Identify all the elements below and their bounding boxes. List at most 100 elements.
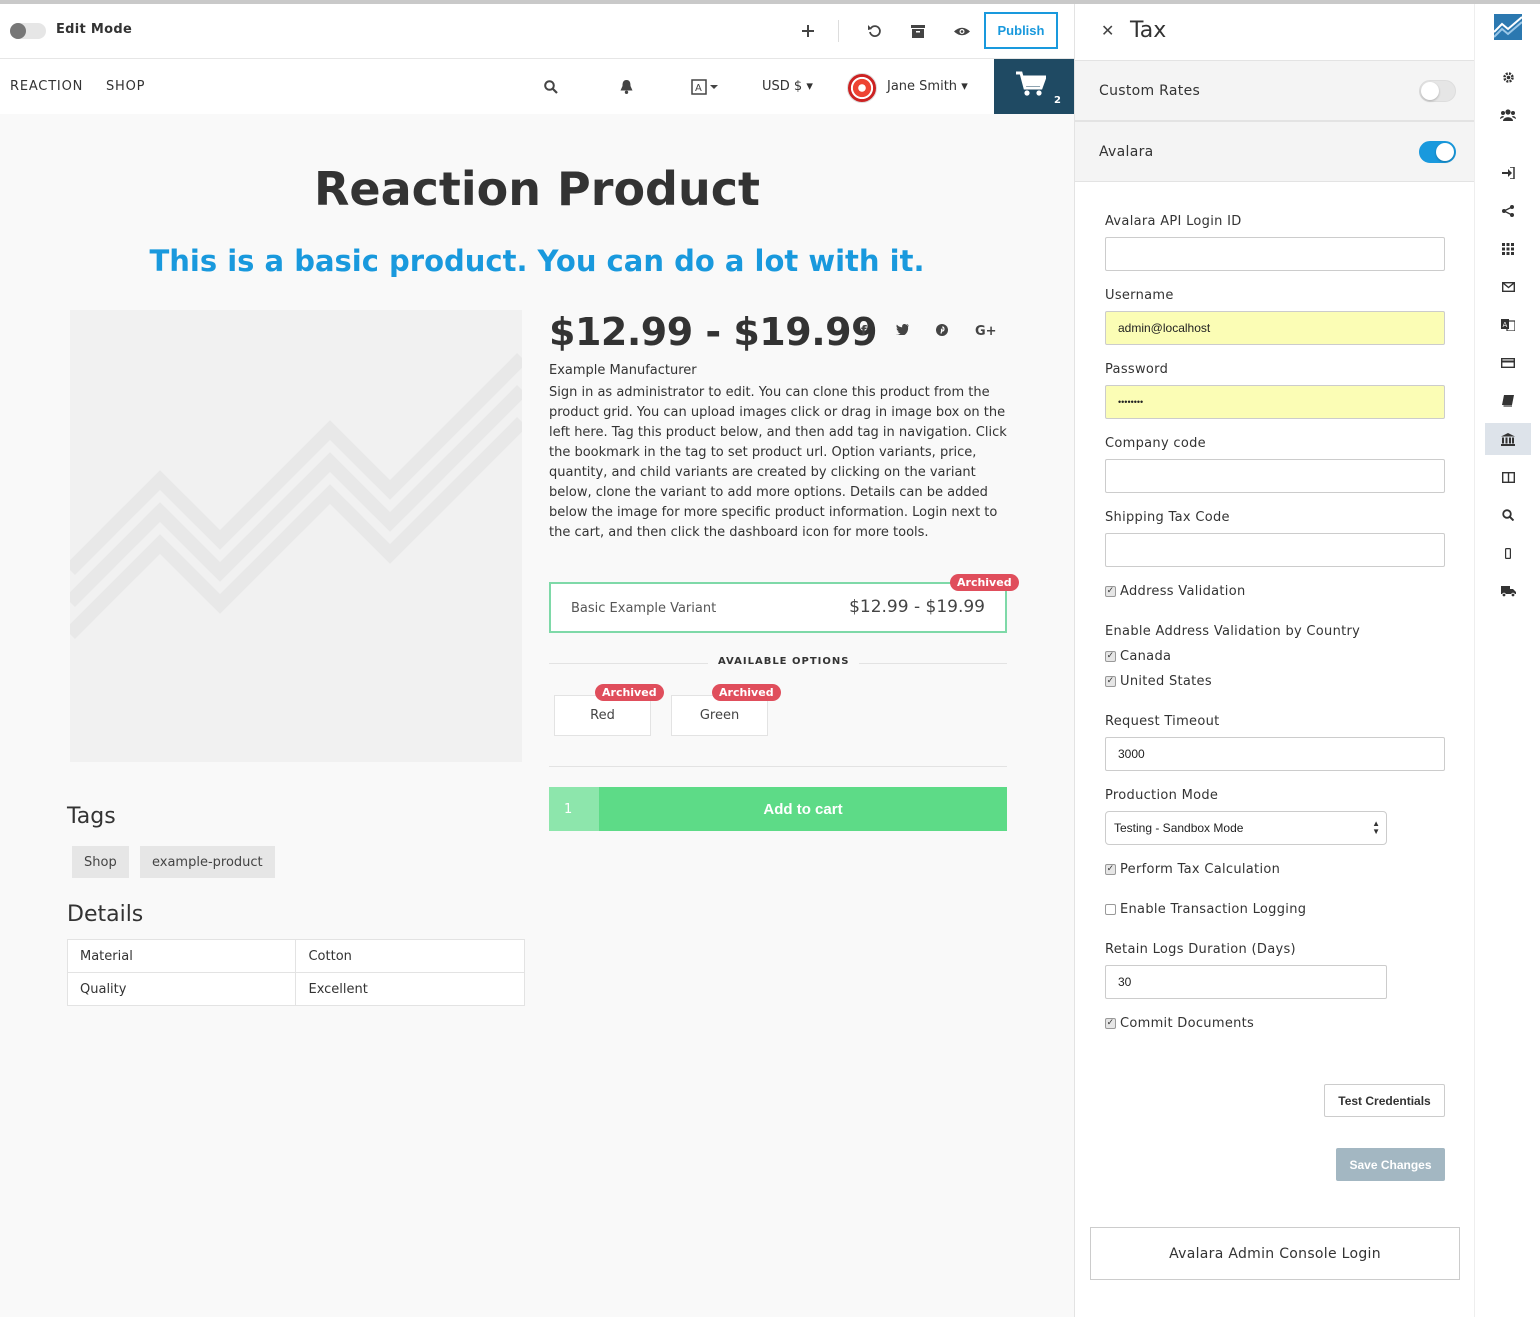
googleplus-icon[interactable]: G+ [975, 324, 997, 339]
tax-settings-panel: ✕ Tax Custom Rates Avalara Avalara API L… [1074, 4, 1475, 1317]
eye-icon[interactable] [949, 18, 975, 44]
available-options-heading: AVAILABLE OPTIONS [708, 656, 860, 667]
plus-icon[interactable] [795, 18, 821, 44]
product-description[interactable]: Sign in as administrator to edit. You ca… [549, 383, 1009, 543]
variant-price: $12.99 - $19.99 [849, 597, 985, 617]
app-logo-icon[interactable] [1494, 14, 1522, 40]
retain-logs-input[interactable]: 30 [1105, 965, 1387, 999]
shipping-tax-code-input[interactable] [1105, 533, 1445, 567]
share-icon[interactable] [1485, 195, 1531, 227]
test-credentials-button[interactable]: Test Credentials [1324, 1084, 1445, 1117]
username-input[interactable]: admin@localhost [1105, 311, 1445, 345]
bell-icon[interactable] [614, 75, 638, 99]
detail-value[interactable]: Cotton [295, 939, 525, 973]
checkbox-label: United States [1120, 674, 1212, 689]
transaction-logging-checkbox[interactable]: Enable Transaction Logging [1105, 902, 1306, 917]
cart-button[interactable]: 2 [994, 59, 1074, 114]
language-icon[interactable]: A [1485, 309, 1531, 341]
perform-tax-checkbox[interactable]: ✓ Perform Tax Calculation [1105, 862, 1280, 877]
select-value: Testing - Sandbox Mode [1114, 821, 1244, 835]
avalara-switch[interactable] [1419, 141, 1456, 163]
checkbox-checked-icon[interactable]: ✓ [1105, 676, 1116, 687]
avalara-console-login-button[interactable]: Avalara Admin Console Login [1090, 1227, 1460, 1280]
address-validation-checkbox[interactable]: ✓ Address Validation [1105, 584, 1246, 599]
edit-mode-toggle[interactable] [10, 23, 46, 39]
facebook-icon[interactable]: f [861, 324, 867, 339]
credit-card-icon[interactable] [1485, 347, 1531, 379]
checkbox-checked-icon[interactable]: ✓ [1105, 651, 1116, 662]
gear-icon[interactable] [1485, 61, 1531, 93]
search-icon[interactable] [1485, 499, 1531, 531]
checkbox-unchecked-icon[interactable] [1105, 904, 1116, 915]
option-green[interactable]: Green [671, 695, 768, 736]
publish-button[interactable]: Publish [984, 12, 1058, 49]
brand-link[interactable]: REACTION [10, 79, 83, 94]
quantity-input[interactable]: 1 [549, 787, 599, 831]
truck-icon[interactable] [1485, 575, 1531, 607]
section-label: Custom Rates [1099, 83, 1201, 99]
section-label: Avalara [1099, 144, 1154, 160]
select-arrows-icon: ▲ ▼ [1372, 819, 1380, 836]
twitter-icon[interactable] [896, 324, 909, 339]
company-code-label: Company code [1105, 436, 1206, 451]
company-code-input[interactable] [1105, 459, 1445, 493]
grid-icon[interactable] [1485, 233, 1531, 265]
pinterest-icon[interactable] [936, 324, 948, 340]
caret-down-icon: ▾ [961, 79, 968, 94]
user-name: Jane Smith [887, 79, 958, 94]
avalara-row[interactable]: Avalara [1075, 121, 1475, 182]
currency-selector[interactable]: USD $ ▾ [762, 79, 813, 94]
save-changes-button[interactable]: Save Changes [1336, 1148, 1445, 1181]
undo-icon[interactable] [862, 18, 888, 44]
toolbar-separator [838, 20, 839, 42]
checkbox-checked-icon[interactable]: ✓ [1105, 864, 1116, 875]
cart-divider [549, 766, 1007, 767]
table-row: Quality Excellent [66, 972, 525, 1006]
country-checkbox-canada[interactable]: ✓ Canada [1105, 649, 1171, 664]
country-checkbox-united-states[interactable]: ✓ United States [1105, 674, 1212, 689]
nav-link-shop[interactable]: SHOP [106, 79, 145, 94]
main-navbar: REACTION SHOP A USD $ ▾ Jane Smith ▾ 2 [0, 59, 1074, 114]
detail-key[interactable]: Material [66, 939, 297, 973]
users-icon[interactable] [1485, 99, 1531, 131]
user-menu[interactable]: Jane Smith ▾ [887, 79, 968, 94]
search-icon[interactable] [539, 75, 563, 99]
bank-icon[interactable] [1485, 423, 1531, 455]
mobile-icon[interactable] [1485, 537, 1531, 569]
tag-shop[interactable]: Shop [72, 846, 129, 878]
add-to-cart-button[interactable]: Add to cart [599, 787, 1007, 831]
password-input[interactable]: •••••••• [1105, 385, 1445, 419]
envelope-icon[interactable] [1485, 271, 1531, 303]
toggle-knob [10, 23, 26, 39]
commit-documents-checkbox[interactable]: ✓ Commit Documents [1105, 1016, 1254, 1031]
product-vendor[interactable]: Example Manufacturer [549, 363, 697, 378]
custom-rates-switch[interactable] [1419, 80, 1456, 102]
archive-icon[interactable] [905, 18, 931, 44]
request-timeout-input[interactable]: 3000 [1105, 737, 1445, 771]
cart-icon [1016, 71, 1048, 104]
columns-icon[interactable] [1485, 461, 1531, 493]
api-login-input[interactable] [1105, 237, 1445, 271]
details-heading: Details [67, 902, 144, 927]
checkbox-checked-icon[interactable]: ✓ [1105, 1018, 1116, 1029]
production-mode-select[interactable]: Testing - Sandbox Mode ▲ ▼ [1105, 811, 1387, 845]
detail-value[interactable]: Excellent [295, 972, 525, 1006]
checkbox-checked-icon[interactable]: ✓ [1105, 586, 1116, 597]
product-title[interactable]: Reaction Product [0, 162, 1074, 216]
avatar[interactable] [847, 73, 877, 103]
option-label: Green [699, 708, 740, 723]
panel-header: ✕ Tax [1075, 4, 1475, 59]
variant-title: Basic Example Variant [571, 601, 717, 616]
book-icon[interactable] [1485, 385, 1531, 417]
product-image-dropzone[interactable] [70, 310, 522, 762]
product-subtitle[interactable]: This is a basic product. You can do a lo… [0, 244, 1074, 278]
sign-in-icon[interactable] [1485, 157, 1531, 189]
option-red[interactable]: Red [554, 695, 651, 736]
tag-example-product[interactable]: example-product [140, 846, 275, 878]
custom-rates-row[interactable]: Custom Rates [1075, 60, 1475, 121]
detail-key[interactable]: Quality [66, 972, 297, 1006]
shipping-tax-code-label: Shipping Tax Code [1105, 510, 1230, 525]
language-icon[interactable]: A [690, 75, 720, 99]
close-icon[interactable]: ✕ [1101, 21, 1114, 40]
variant-card[interactable]: Basic Example Variant $12.99 - $19.99 [549, 582, 1007, 633]
